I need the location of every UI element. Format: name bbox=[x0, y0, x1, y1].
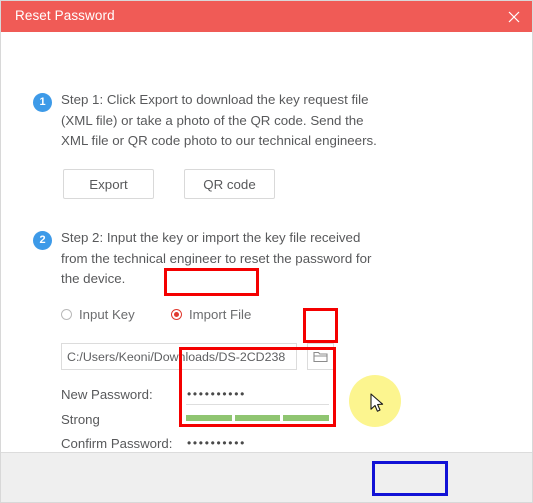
radio-unselected-icon bbox=[61, 308, 72, 320]
key-source-radio-group: Input Key Import File bbox=[61, 304, 301, 324]
browse-folder-button[interactable] bbox=[307, 343, 334, 370]
dialog-body: 1 Step 1: Click Export to download the k… bbox=[1, 32, 532, 454]
file-path-input[interactable] bbox=[61, 343, 297, 370]
export-button[interactable]: Export bbox=[63, 169, 154, 199]
password-strength-bar bbox=[186, 415, 330, 421]
step-1-text: Step 1: Click Export to download the key… bbox=[61, 92, 377, 148]
password-strength-track bbox=[186, 426, 329, 427]
password-strength-segment bbox=[186, 415, 232, 421]
folder-icon bbox=[313, 351, 328, 363]
confirm-password-label: Confirm Password: bbox=[61, 436, 173, 451]
radio-import-file-label: Import File bbox=[189, 306, 252, 322]
password-strength-label: Strong bbox=[61, 412, 100, 427]
new-password-label: New Password: bbox=[61, 387, 153, 402]
radio-selected-icon bbox=[171, 308, 182, 320]
step-1-badge: 1 bbox=[33, 93, 52, 112]
new-password-input[interactable] bbox=[186, 383, 329, 405]
step-2-badge: 2 bbox=[33, 231, 52, 250]
step-2-text: Step 2: Input the key or import the key … bbox=[61, 230, 372, 286]
password-strength-segment bbox=[234, 415, 281, 421]
reset-password-dialog: Reset Password 1 Step 1: Click Export to… bbox=[0, 0, 533, 503]
confirm-password-input[interactable] bbox=[186, 432, 329, 454]
dialog-title: Reset Password bbox=[15, 8, 115, 23]
radio-input-key[interactable]: Input Key bbox=[61, 304, 135, 324]
dialog-footer: Confirm Cancel bbox=[1, 452, 532, 502]
password-strength-segment bbox=[283, 415, 330, 421]
dialog-titlebar: Reset Password bbox=[1, 1, 532, 32]
radio-input-key-label: Input Key bbox=[79, 306, 135, 322]
radio-import-file[interactable]: Import File bbox=[171, 304, 251, 324]
close-icon[interactable] bbox=[503, 6, 525, 28]
qr-code-button[interactable]: QR code bbox=[184, 169, 275, 199]
